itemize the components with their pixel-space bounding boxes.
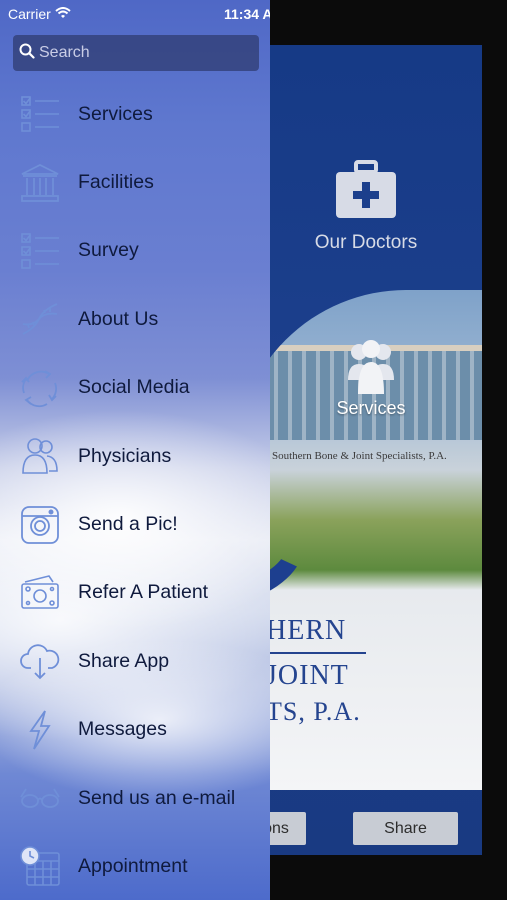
- our-doctors-tile[interactable]: Our Doctors: [286, 160, 446, 270]
- cloud-download-icon: [18, 639, 62, 683]
- menu-item-label: Appointment: [78, 854, 188, 877]
- building-icon: [18, 161, 62, 205]
- medical-bag-icon: [334, 160, 398, 220]
- menu-item-label: Share App: [78, 649, 170, 672]
- menu-item-label: Send us an e-mail: [78, 786, 236, 809]
- menu-item-refer-a-patient[interactable]: Refer A Patient: [0, 559, 270, 627]
- money-icon: [18, 571, 62, 615]
- search-icon: [19, 43, 35, 64]
- menu-item-label: Facilities: [78, 171, 154, 194]
- lightning-icon: [18, 708, 62, 752]
- logo-text-line2: JOINT: [266, 660, 349, 691]
- menu-item-label: Send a Pic!: [78, 513, 178, 536]
- menu-item-share-app[interactable]: Share App: [0, 627, 270, 695]
- menu-item-label: Messages: [78, 718, 167, 741]
- logo-rule: [266, 652, 366, 654]
- calendar-clock-icon: [18, 844, 62, 888]
- menu-item-social-media[interactable]: Social Media: [0, 354, 270, 422]
- carrier-indicator: Carrier: [8, 6, 71, 22]
- status-bar: Carrier 11:34 A: [0, 0, 270, 28]
- checklist-icon: [18, 92, 62, 136]
- checklist-icon: [18, 229, 62, 273]
- menu-item-label: Physicians: [78, 444, 172, 467]
- camera-icon: [18, 503, 62, 547]
- people-group-icon: [346, 340, 396, 394]
- menu-item-facilities[interactable]: Facilities: [0, 148, 270, 216]
- menu-item-label: Refer A Patient: [78, 581, 209, 604]
- app-home-panel: Our Doctors Southern Bone & Joint Specia…: [236, 45, 482, 855]
- menu-item-label: Services: [78, 102, 153, 125]
- people-icon: [18, 434, 62, 478]
- services-tile-label: Services: [336, 398, 406, 418]
- menu-item-messages[interactable]: Messages: [0, 696, 270, 764]
- logo-text-line1: HERN: [266, 615, 347, 646]
- facility-sign-text: Southern Bone & Joint Specialists, P.A.: [272, 450, 447, 462]
- menu-item-physicians[interactable]: Physicians: [0, 422, 270, 490]
- menu-item-label: About Us: [78, 307, 159, 330]
- services-tile[interactable]: Services: [316, 340, 426, 419]
- menu-item-services[interactable]: Services: [0, 80, 270, 148]
- search-input[interactable]: [39, 44, 239, 62]
- menu-item-about-us[interactable]: About Us: [0, 285, 270, 353]
- app-button-share[interactable]: Share: [353, 812, 458, 845]
- wifi-icon: [55, 6, 71, 22]
- side-menu-drawer: Carrier 11:34 A Search Services Faciliti…: [0, 0, 270, 900]
- carrier-label: Carrier: [8, 6, 51, 22]
- menu-item-send-email[interactable]: Send us an e-mail: [0, 764, 270, 832]
- menu-item-appointment[interactable]: Appointment: [0, 832, 270, 900]
- our-doctors-label: Our Doctors: [314, 232, 418, 253]
- glasses-icon: [18, 776, 62, 820]
- menu-item-survey[interactable]: Survey: [0, 217, 270, 285]
- dna-icon: [18, 297, 62, 341]
- search-bar[interactable]: [13, 35, 259, 71]
- logo-text-line3: TS, P.A.: [266, 697, 361, 726]
- menu-item-send-a-pic[interactable]: Send a Pic!: [0, 490, 270, 558]
- menu-item-label: Survey: [78, 239, 139, 262]
- side-menu-list: Services Facilities Survey About Us Soci…: [0, 80, 270, 900]
- clock: 11:34 A: [224, 6, 270, 22]
- menu-item-label: Social Media: [78, 376, 190, 399]
- refresh-icon: [18, 366, 62, 410]
